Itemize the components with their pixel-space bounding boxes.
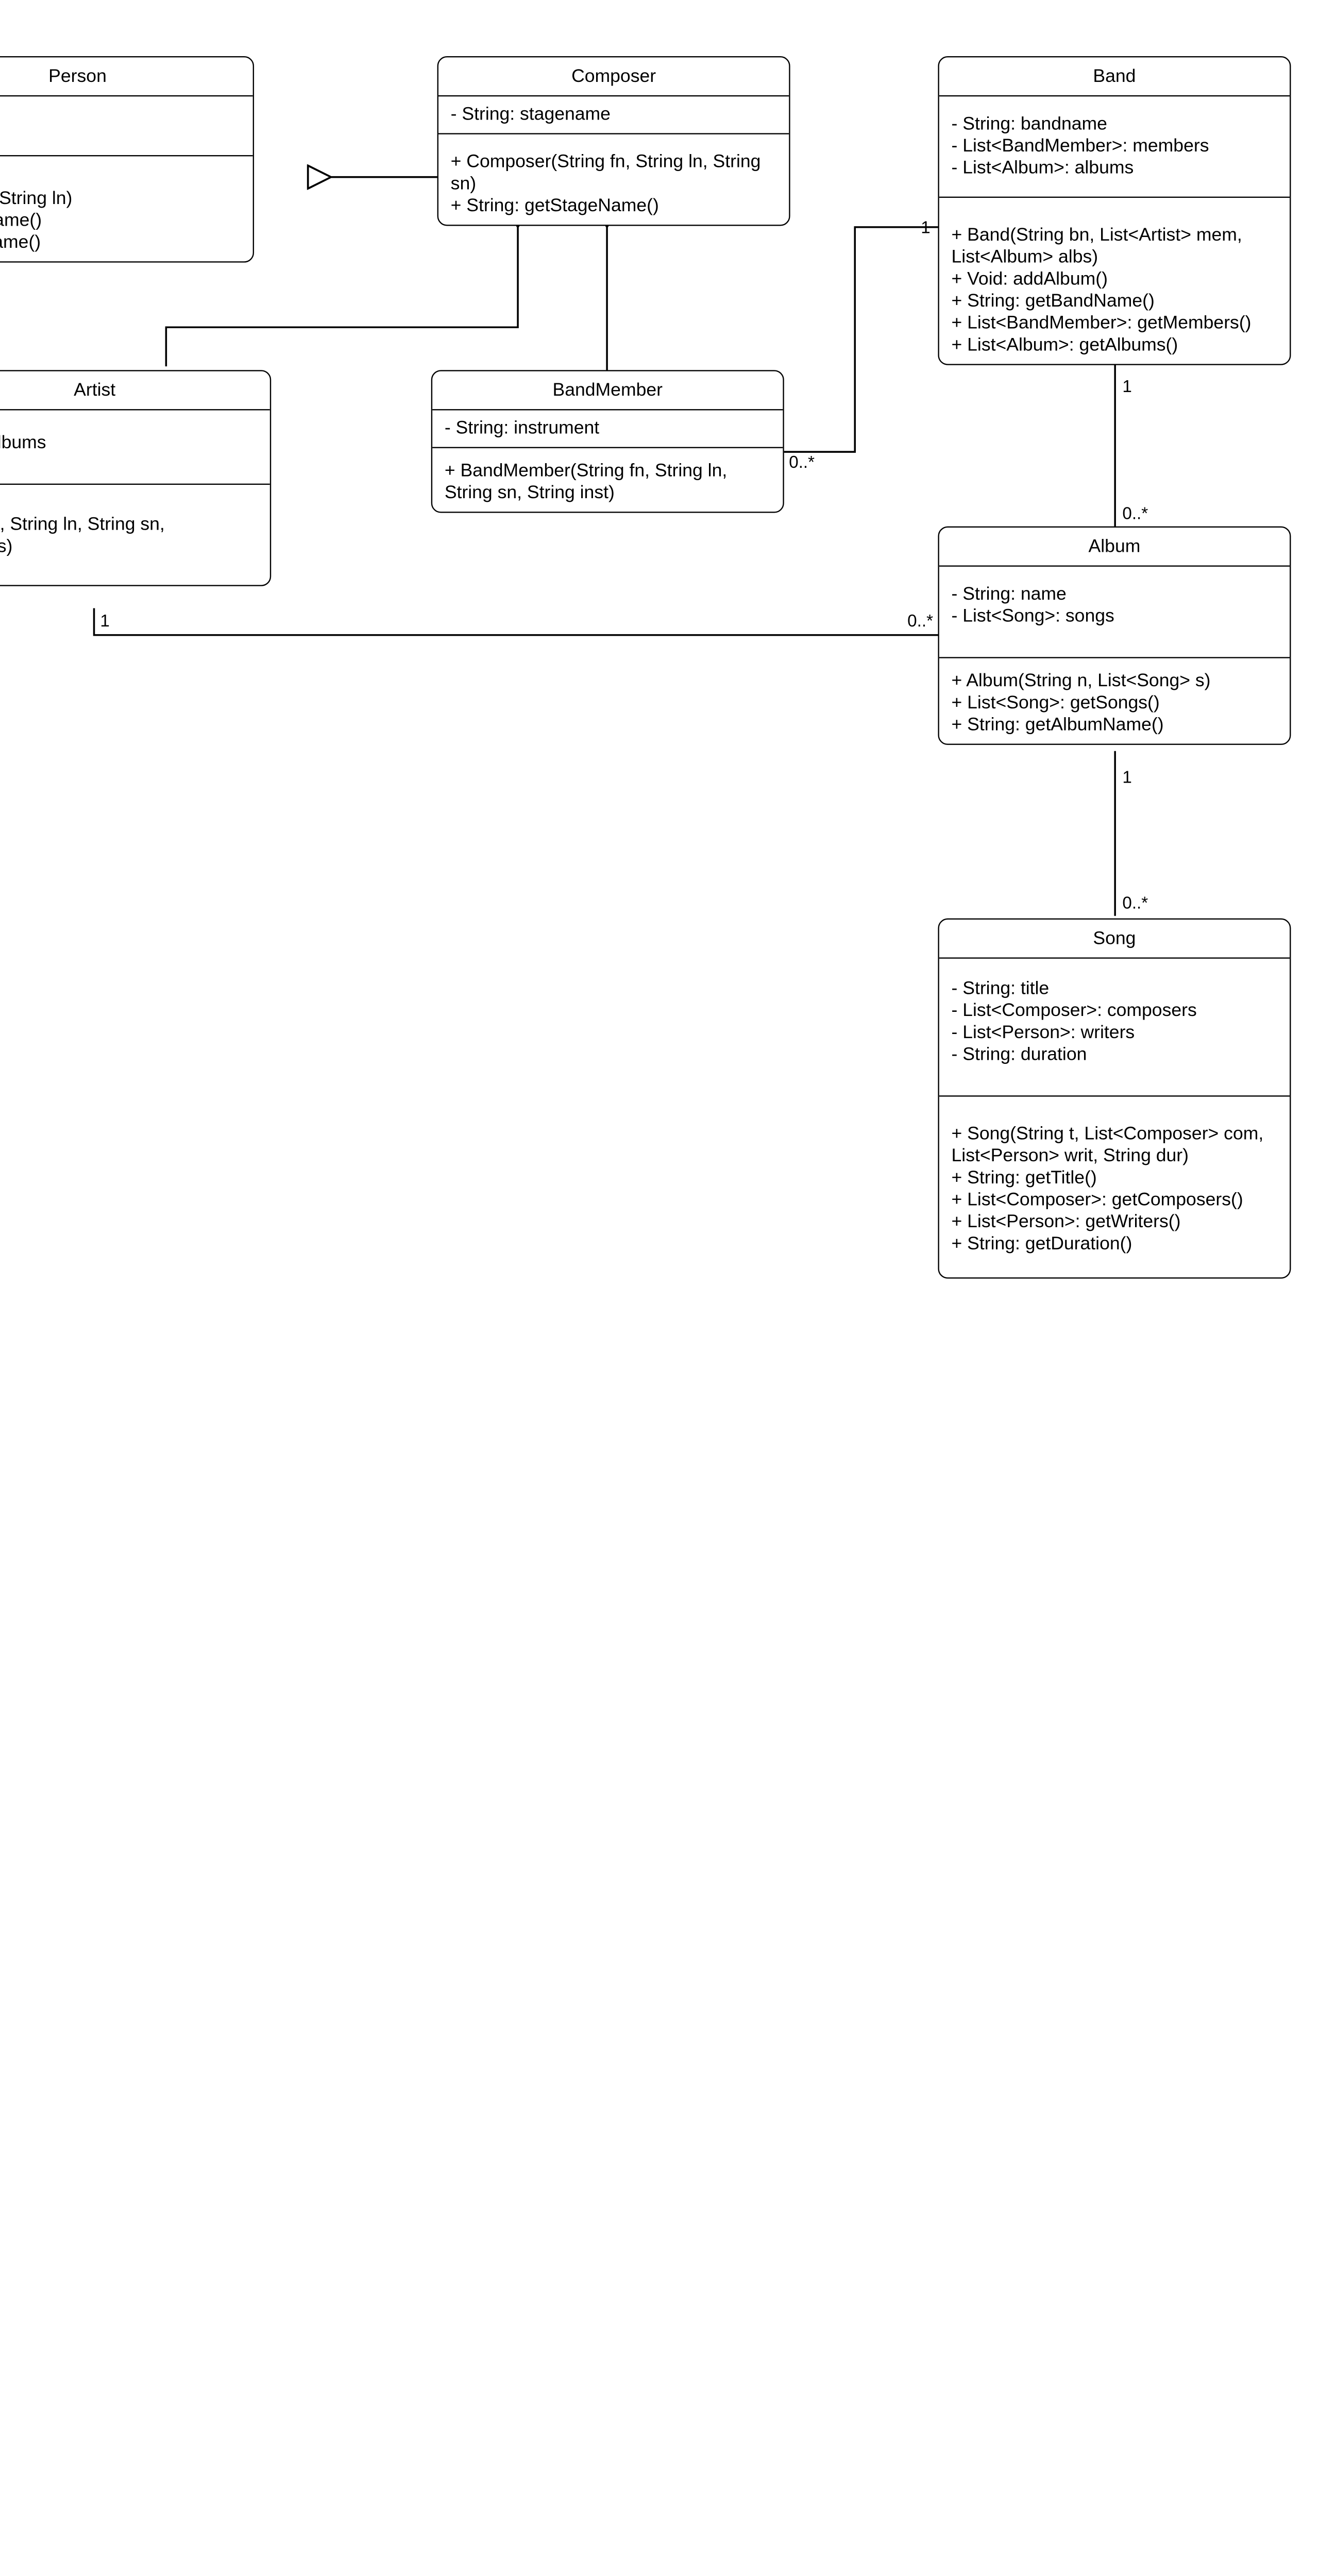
class-person: Person firstname astname (String fn, Str… [0,56,254,263]
class-methods: + Song(String t, List<Composer> com, Lis… [939,1097,1290,1278]
class-attrs: - String: title - List<Composer>: compos… [939,959,1290,1097]
mult-artist-album-1: 1 [100,611,109,630]
class-title: Person [0,57,253,96]
class-composer: Composer - String: stagename + Composer(… [437,56,790,226]
uml-canvas: Person firstname astname (String fn, Str… [0,0,1319,2576]
class-methods: + BandMember(String fn, String ln, Strin… [432,448,783,512]
mult-bandmember-0star: 0..* [789,452,815,471]
class-attrs: - String: instrument [432,410,783,448]
edge-artist-album [94,608,938,635]
class-methods: String fn, String ln, String sn, um> alb… [0,485,270,585]
class-bandmember: BandMember - String: instrument + BandMe… [431,370,784,513]
mult-band-album-0star: 0..* [1122,503,1148,523]
class-attrs: firstname astname [0,96,253,156]
class-attrs: - String: bandname - List<BandMember>: m… [939,96,1290,198]
mult-artist-album-0star: 0..* [907,611,933,630]
class-artist: Artist ums>: albums String fn, String ln… [0,370,271,586]
class-album: Album - String: name - List<Song>: songs… [938,527,1291,745]
edge-bandmember-band [784,227,938,452]
class-attrs: - String: stagename [438,96,789,134]
mult-album-song-1: 1 [1122,767,1131,787]
mult-band-album-1: 1 [1122,376,1131,396]
class-methods: + Album(String n, List<Song> s) + List<S… [939,658,1290,744]
class-title: Song [939,920,1290,959]
class-methods: + Band(String bn, List<Artist> mem, List… [939,198,1290,364]
class-title: Composer [438,57,789,96]
class-title: Artist [0,371,270,411]
class-title: Band [939,57,1290,96]
class-attrs: ums>: albums [0,410,270,485]
class-song: Song - String: title - List<Composer>: c… [938,919,1291,1279]
mult-album-song-0star: 0..* [1122,893,1148,912]
class-methods: + Composer(String fn, String ln, String … [438,134,789,225]
mult-band-1: 1 [921,217,930,237]
class-attrs: - String: name - List<Song>: songs [939,567,1290,658]
class-methods: (String fn, String ln) getFirstName() ge… [0,156,253,261]
class-title: Album [939,528,1290,567]
class-title: BandMember [432,371,783,411]
class-band: Band - String: bandname - List<BandMembe… [938,56,1291,365]
